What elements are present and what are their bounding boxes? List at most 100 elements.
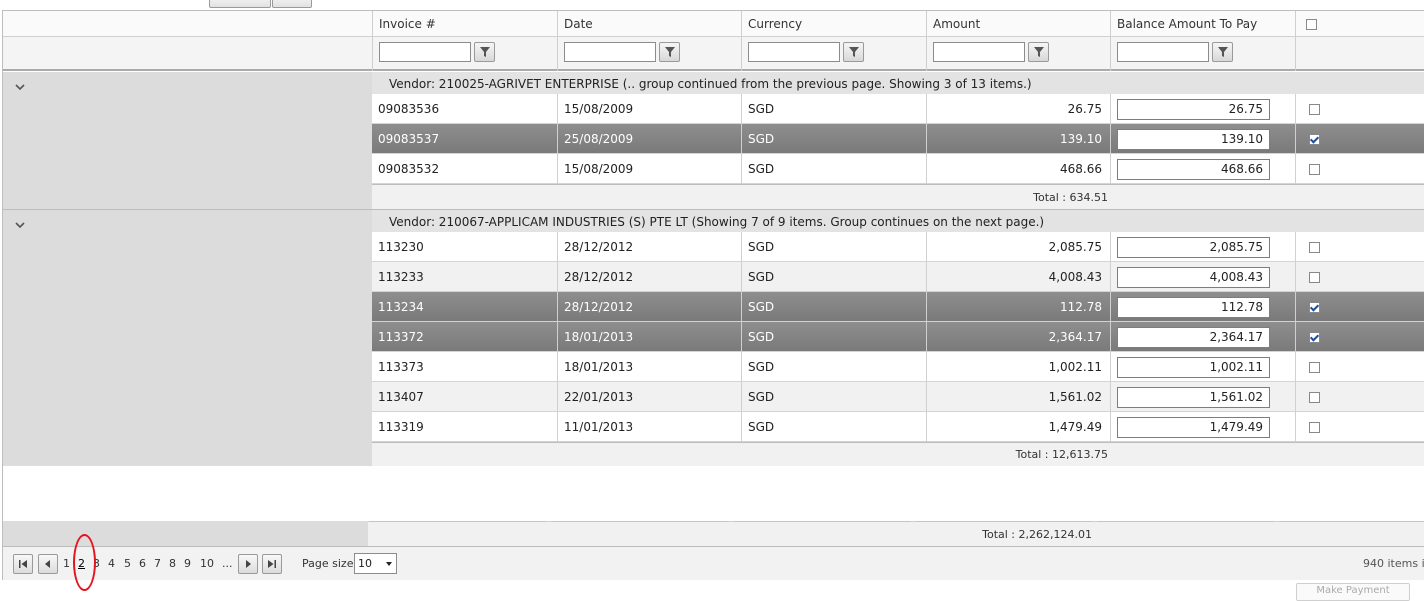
balance-filter-button[interactable] xyxy=(1212,42,1233,62)
select-cell xyxy=(1295,232,1424,262)
table-row[interactable]: 113407 22/01/2013 SGD 1,561.02 1,561.02 xyxy=(372,382,1424,412)
table-row[interactable]: 113372 18/01/2013 SGD 2,364.17 2,364.17 xyxy=(372,322,1424,352)
page-link[interactable]: 9 xyxy=(184,557,191,570)
select-cell xyxy=(1295,292,1424,322)
column-header-currency[interactable]: Currency xyxy=(741,11,926,37)
row-select-checkbox[interactable] xyxy=(1309,104,1320,115)
grand-total-row: Total : 2,262,124.01 xyxy=(368,521,1424,546)
page-link[interactable]: 4 xyxy=(108,557,115,570)
page-link[interactable]: 10 xyxy=(200,557,214,570)
invoice-cell: 113230 xyxy=(378,240,424,254)
date-filter-button[interactable] xyxy=(659,42,680,62)
amount-cell: 4,008.43 xyxy=(926,262,1110,292)
row-select-checkbox[interactable] xyxy=(1309,272,1320,283)
date-cell: 15/08/2009 xyxy=(557,154,741,184)
make-payment-button[interactable]: Make Payment xyxy=(1296,583,1410,601)
column-header-amount[interactable]: Amount xyxy=(926,11,1110,37)
date-cell: 28/12/2012 xyxy=(557,262,741,292)
date-cell: 22/01/2013 xyxy=(557,382,741,412)
currency-filter-button[interactable] xyxy=(843,42,864,62)
balance-cell: 139.10 xyxy=(1110,124,1295,154)
table-row[interactable]: 113233 28/12/2012 SGD 4,008.43 4,008.43 xyxy=(372,262,1424,292)
filter-cell-invoice xyxy=(372,37,557,71)
table-row[interactable]: 113234 28/12/2012 SGD 112.78 112.78 xyxy=(372,292,1424,322)
prev-page-button[interactable] xyxy=(38,554,58,574)
table-row[interactable]: 113230 28/12/2012 SGD 2,085.75 2,085.75 xyxy=(372,232,1424,262)
balance-amount-input[interactable]: 2,364.17 xyxy=(1117,327,1270,348)
currency-filter-input[interactable] xyxy=(748,42,840,62)
select-cell xyxy=(1295,322,1424,352)
footer-column-divider xyxy=(370,521,546,523)
page-size-label: Page size: xyxy=(302,557,358,570)
filter-cell-select xyxy=(1295,37,1424,71)
balance-amount-input[interactable]: 1,561.02 xyxy=(1117,387,1270,408)
amount-filter-button[interactable] xyxy=(1028,42,1049,62)
group-indent-panel xyxy=(3,210,372,466)
more-pages-link[interactable]: ... xyxy=(222,557,233,570)
page-link[interactable]: 5 xyxy=(124,557,131,570)
column-header-invoice[interactable]: Invoice # xyxy=(372,11,557,37)
chevron-down-icon[interactable] xyxy=(13,218,27,232)
amount-cell: 1,561.02 xyxy=(926,382,1110,412)
next-page-button[interactable] xyxy=(238,554,258,574)
items-count-label: 940 items in xyxy=(1363,557,1424,570)
page-size-select[interactable]: 10 xyxy=(354,553,397,574)
page-link[interactable]: 7 xyxy=(154,557,161,570)
currency-cell: SGD xyxy=(741,382,926,412)
column-header-date[interactable]: Date xyxy=(557,11,741,37)
balance-amount-input[interactable]: 1,479.49 xyxy=(1117,417,1270,438)
row-select-checkbox[interactable] xyxy=(1309,332,1320,343)
table-row[interactable]: 09083532 15/08/2009 SGD 468.66 468.66 xyxy=(372,154,1424,184)
balance-amount-input[interactable]: 2,085.75 xyxy=(1117,237,1270,258)
amount-cell: 139.10 xyxy=(926,124,1110,154)
date-filter-input[interactable] xyxy=(564,42,656,62)
first-page-button[interactable] xyxy=(13,554,33,574)
balance-amount-input[interactable]: 1,002.11 xyxy=(1117,357,1270,378)
footer-column-divider xyxy=(916,521,1092,523)
row-select-checkbox[interactable] xyxy=(1309,164,1320,175)
currency-cell: SGD xyxy=(741,412,926,442)
table-row[interactable]: 09083537 25/08/2009 SGD 139.10 139.10 xyxy=(372,124,1424,154)
page-link[interactable]: 6 xyxy=(139,557,146,570)
confirm-button[interactable]: Confirm xyxy=(209,0,271,8)
balance-amount-input[interactable]: 4,008.43 xyxy=(1117,267,1270,288)
balance-amount-input[interactable]: 139.10 xyxy=(1117,129,1270,150)
select-all-checkbox[interactable] xyxy=(1306,19,1317,30)
page-link[interactable]: 1 xyxy=(63,557,70,570)
row-select-checkbox[interactable] xyxy=(1309,302,1320,313)
balance-filter-input[interactable] xyxy=(1117,42,1209,62)
invoice-filter-input[interactable] xyxy=(379,42,471,62)
chevron-down-icon[interactable] xyxy=(13,80,27,94)
page-link[interactable]: 8 xyxy=(169,557,176,570)
filter-icon xyxy=(1218,47,1228,57)
date-cell: 28/12/2012 xyxy=(557,232,741,262)
edit-button[interactable]: Edit xyxy=(272,0,312,8)
last-page-button[interactable] xyxy=(262,554,282,574)
row-select-checkbox[interactable] xyxy=(1309,242,1320,253)
invoice-cell: 113407 xyxy=(378,390,424,404)
balance-cell: 26.75 xyxy=(1110,94,1295,124)
row-select-checkbox[interactable] xyxy=(1309,392,1320,403)
row-select-checkbox[interactable] xyxy=(1309,422,1320,433)
amount-filter-input[interactable] xyxy=(933,42,1025,62)
table-row[interactable]: 113319 11/01/2013 SGD 1,479.49 1,479.49 xyxy=(372,412,1424,442)
amount-cell: 2,085.75 xyxy=(926,232,1110,262)
table-row[interactable]: 113373 18/01/2013 SGD 1,002.11 1,002.11 xyxy=(372,352,1424,382)
currency-cell: SGD xyxy=(741,94,926,124)
group-total: Total : 12,613.75 xyxy=(372,442,1424,466)
column-header-balance[interactable]: Balance Amount To Pay xyxy=(1110,11,1295,37)
table-row[interactable]: 09083536 15/08/2009 SGD 26.75 26.75 xyxy=(372,94,1424,124)
row-select-checkbox[interactable] xyxy=(1309,134,1320,145)
currency-cell: SGD xyxy=(741,262,926,292)
invoice-cell: 09083537 xyxy=(378,132,440,146)
balance-cell: 2,364.17 xyxy=(1110,322,1295,352)
filter-icon xyxy=(665,47,675,57)
balance-amount-input[interactable]: 112.78 xyxy=(1117,297,1270,318)
balance-amount-input[interactable]: 468.66 xyxy=(1117,159,1270,180)
group-total-label: Total : 634.51 xyxy=(1033,191,1108,204)
footer-indent-panel xyxy=(3,521,368,546)
next-page-icon xyxy=(246,560,251,568)
row-select-checkbox[interactable] xyxy=(1309,362,1320,373)
invoice-filter-button[interactable] xyxy=(474,42,495,62)
balance-amount-input[interactable]: 26.75 xyxy=(1117,99,1270,120)
